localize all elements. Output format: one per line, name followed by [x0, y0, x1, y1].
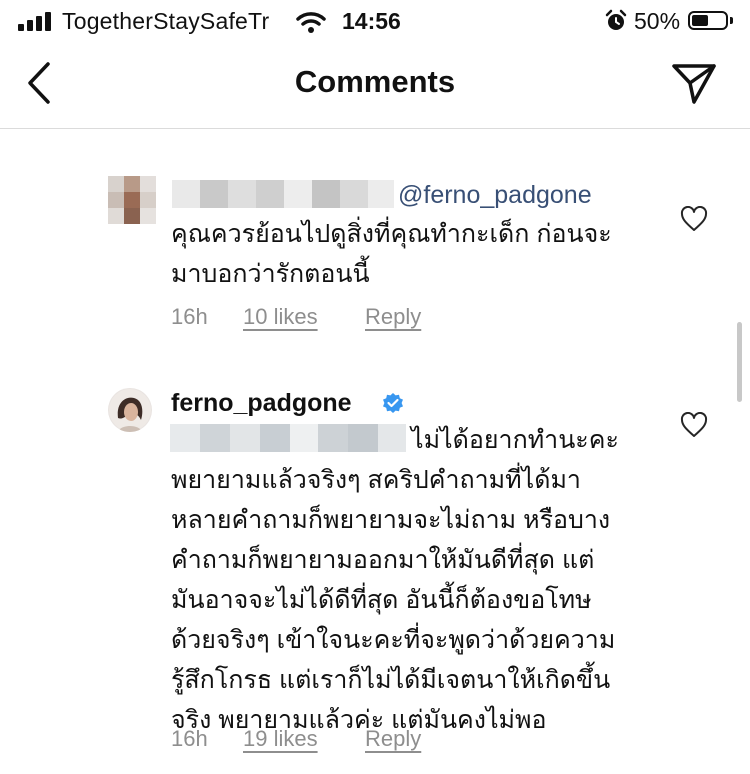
avatar[interactable]	[108, 388, 152, 432]
comment-text-line: คำถามก็พยายามออกมาให้มันดีที่สุด แต่	[171, 546, 595, 574]
carrier-name: TogetherStaySafeTr	[62, 8, 270, 34]
status-bar: TogetherStaySafeTr 14:56 50%	[0, 0, 750, 42]
paper-plane-icon[interactable]	[670, 62, 718, 106]
verified-badge-icon	[383, 393, 403, 413]
cellular-signal-icon	[18, 12, 54, 31]
comment-text-line: พยายามแล้วจริงๆ สคริปคำถามที่ได้มา	[171, 466, 581, 494]
likes-count-link[interactable]: 19 likes	[243, 726, 318, 752]
status-time: 14:56	[342, 8, 401, 34]
comment-text-line: ไม่ได้อยากทำนะคะ	[411, 426, 619, 454]
alarm-clock-icon	[605, 9, 627, 30]
scrollbar[interactable]	[737, 322, 742, 402]
comment-text-line: ด้วยจริงๆ เข้าใจนะคะที่จะพูดว่าด้วยความ	[171, 626, 616, 654]
comment-timestamp: 16h	[171, 726, 208, 751]
battery-icon	[688, 11, 728, 30]
comment-timestamp: 16h	[171, 304, 208, 329]
header-bar: Comments	[0, 42, 750, 129]
comment-mention[interactable]: @ferno_padgone	[398, 181, 592, 210]
comment-text-line: มันอาจจะไม่ได้ดีที่สุด อันนี้ก็ต้องขอโทษ	[171, 586, 592, 614]
redacted-username	[172, 180, 394, 208]
likes-count-link[interactable]: 10 likes	[243, 304, 318, 330]
reply-button[interactable]: Reply	[365, 726, 421, 752]
comment-text-line: มาบอกว่ารักตอนนี้	[171, 260, 370, 288]
battery-level-fill	[692, 15, 708, 26]
battery-tip	[730, 17, 733, 24]
wifi-icon	[296, 12, 326, 33]
comment-text-line: จริง พยายามแล้วค่ะ แต่มันคงไม่พอ	[171, 706, 547, 734]
avatar[interactable]	[108, 176, 156, 224]
comment-text-line: หลายคำถามก็พยายามจะไม่ถาม หรือบาง	[171, 506, 611, 534]
profile-photo-icon	[109, 389, 151, 432]
reply-button[interactable]: Reply	[365, 304, 421, 330]
heart-icon[interactable]	[680, 206, 708, 232]
redacted-mention	[170, 424, 406, 452]
comment-text-line: รู้สึกโกรธ แต่เราก็ไม่ได้มีเจตนาให้เกิดข…	[171, 666, 611, 694]
page-title: Comments	[294, 64, 456, 99]
battery-percent: 50%	[634, 8, 681, 34]
heart-icon[interactable]	[680, 412, 708, 438]
comment-text-line: คุณควรย้อนไปดูสิ่งที่คุณทำกะเด็ก ก่อนจะ	[171, 220, 612, 248]
comment-username[interactable]: ferno_padgone	[171, 389, 352, 418]
